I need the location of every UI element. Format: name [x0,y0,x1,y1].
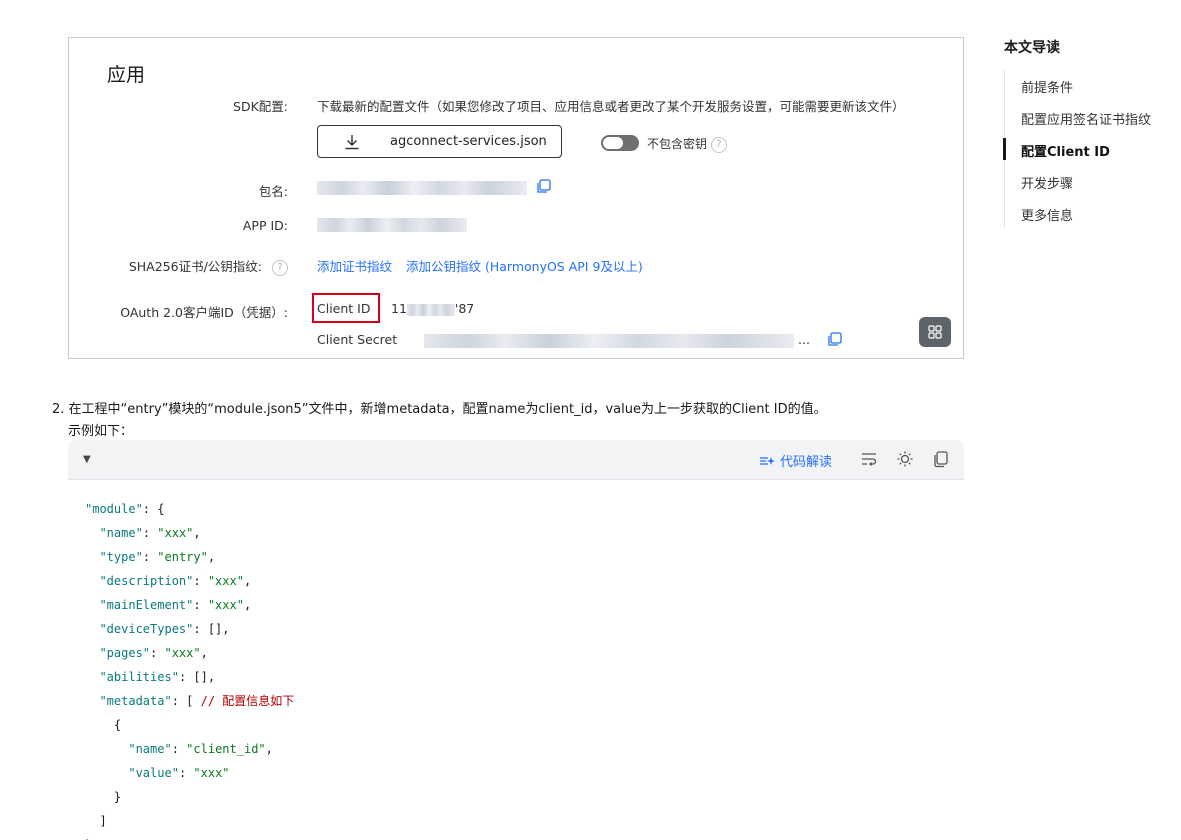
client-secret-label: Client Secret [317,332,398,347]
oauth-client-label: OAuth 2.0客户端ID（凭据）: [120,305,288,320]
theme-icon[interactable] [896,450,914,468]
copy-code-icon[interactable] [932,450,950,468]
exclude-key-label: 不包含密钥 ? [647,135,727,153]
help-icon[interactable]: ? [272,259,288,276]
add-cert-fingerprint-link[interactable]: 添加证书指纹 [317,259,392,274]
toc-item-prerequisites[interactable]: 前提条件 [1021,77,1073,96]
toc-item-signing-fingerprint[interactable]: 配置应用签名证书指纹 [1021,109,1151,128]
package-name-value-redacted [317,181,527,195]
package-name-label: 包名: [258,184,288,199]
toc-item-client-id[interactable]: 配置Client ID [1021,141,1110,160]
copy-icon[interactable] [827,332,842,347]
code-explain-button[interactable]: 代码解读 [759,451,832,470]
grid-icon [928,325,942,339]
copy-icon[interactable] [536,179,551,194]
toc-item-more-info[interactable]: 更多信息 [1021,205,1073,224]
help-icon[interactable]: ? [710,136,727,153]
grid-view-button[interactable] [919,317,951,347]
code-block-toolbar: ▼ 代码解读 [68,440,964,480]
sdk-config-description: 下载最新的配置文件（如果您修改了项目、应用信息或者更改了某个开发服务设置，可能需… [317,99,905,114]
app-config-screenshot: 应用 SDK配置: 下载最新的配置文件（如果您修改了项目、应用信息或者更改了某个… [68,37,964,359]
client-id-label: Client ID [317,301,371,316]
toc-active-marker [1003,138,1006,160]
figure-title: 应用 [107,64,146,86]
exclude-key-toggle[interactable] [601,135,639,151]
code-snippet: "module": { "name": "xxx", "type": "entr… [85,502,295,840]
wrap-icon[interactable] [860,450,878,468]
client-secret-ellipsis: ... [798,332,810,347]
sdk-config-label: SDK配置: [233,99,288,114]
download-filename: agconnect-services.json [390,134,547,149]
code-explain-icon [760,456,775,465]
download-icon [345,134,359,149]
app-id-label: APP ID: [242,218,288,233]
collapse-triangle-icon[interactable]: ▼ [83,454,91,465]
add-pubkey-fingerprint-link[interactable]: 添加公钥指纹 (HarmonyOS API 9及以上) [406,259,643,274]
app-id-value-redacted [317,218,467,232]
client-secret-value-redacted [424,334,794,348]
client-id-value: 11'87 [391,301,475,316]
example-intro: 示例如下： [68,424,134,439]
sha256-label: SHA256证书/公钥指纹: ? [129,256,288,276]
fingerprint-links: 添加证书指纹 添加公钥指纹 (HarmonyOS API 9及以上) [317,256,643,275]
toc-title: 本文导读 [1004,40,1060,56]
download-config-button[interactable]: agconnect-services.json [317,125,562,158]
toc-item-dev-steps[interactable]: 开发步骤 [1021,173,1073,192]
step-2-text: 2. 在工程中“entry”模块的“module.json5”文件中，新增met… [52,402,827,417]
